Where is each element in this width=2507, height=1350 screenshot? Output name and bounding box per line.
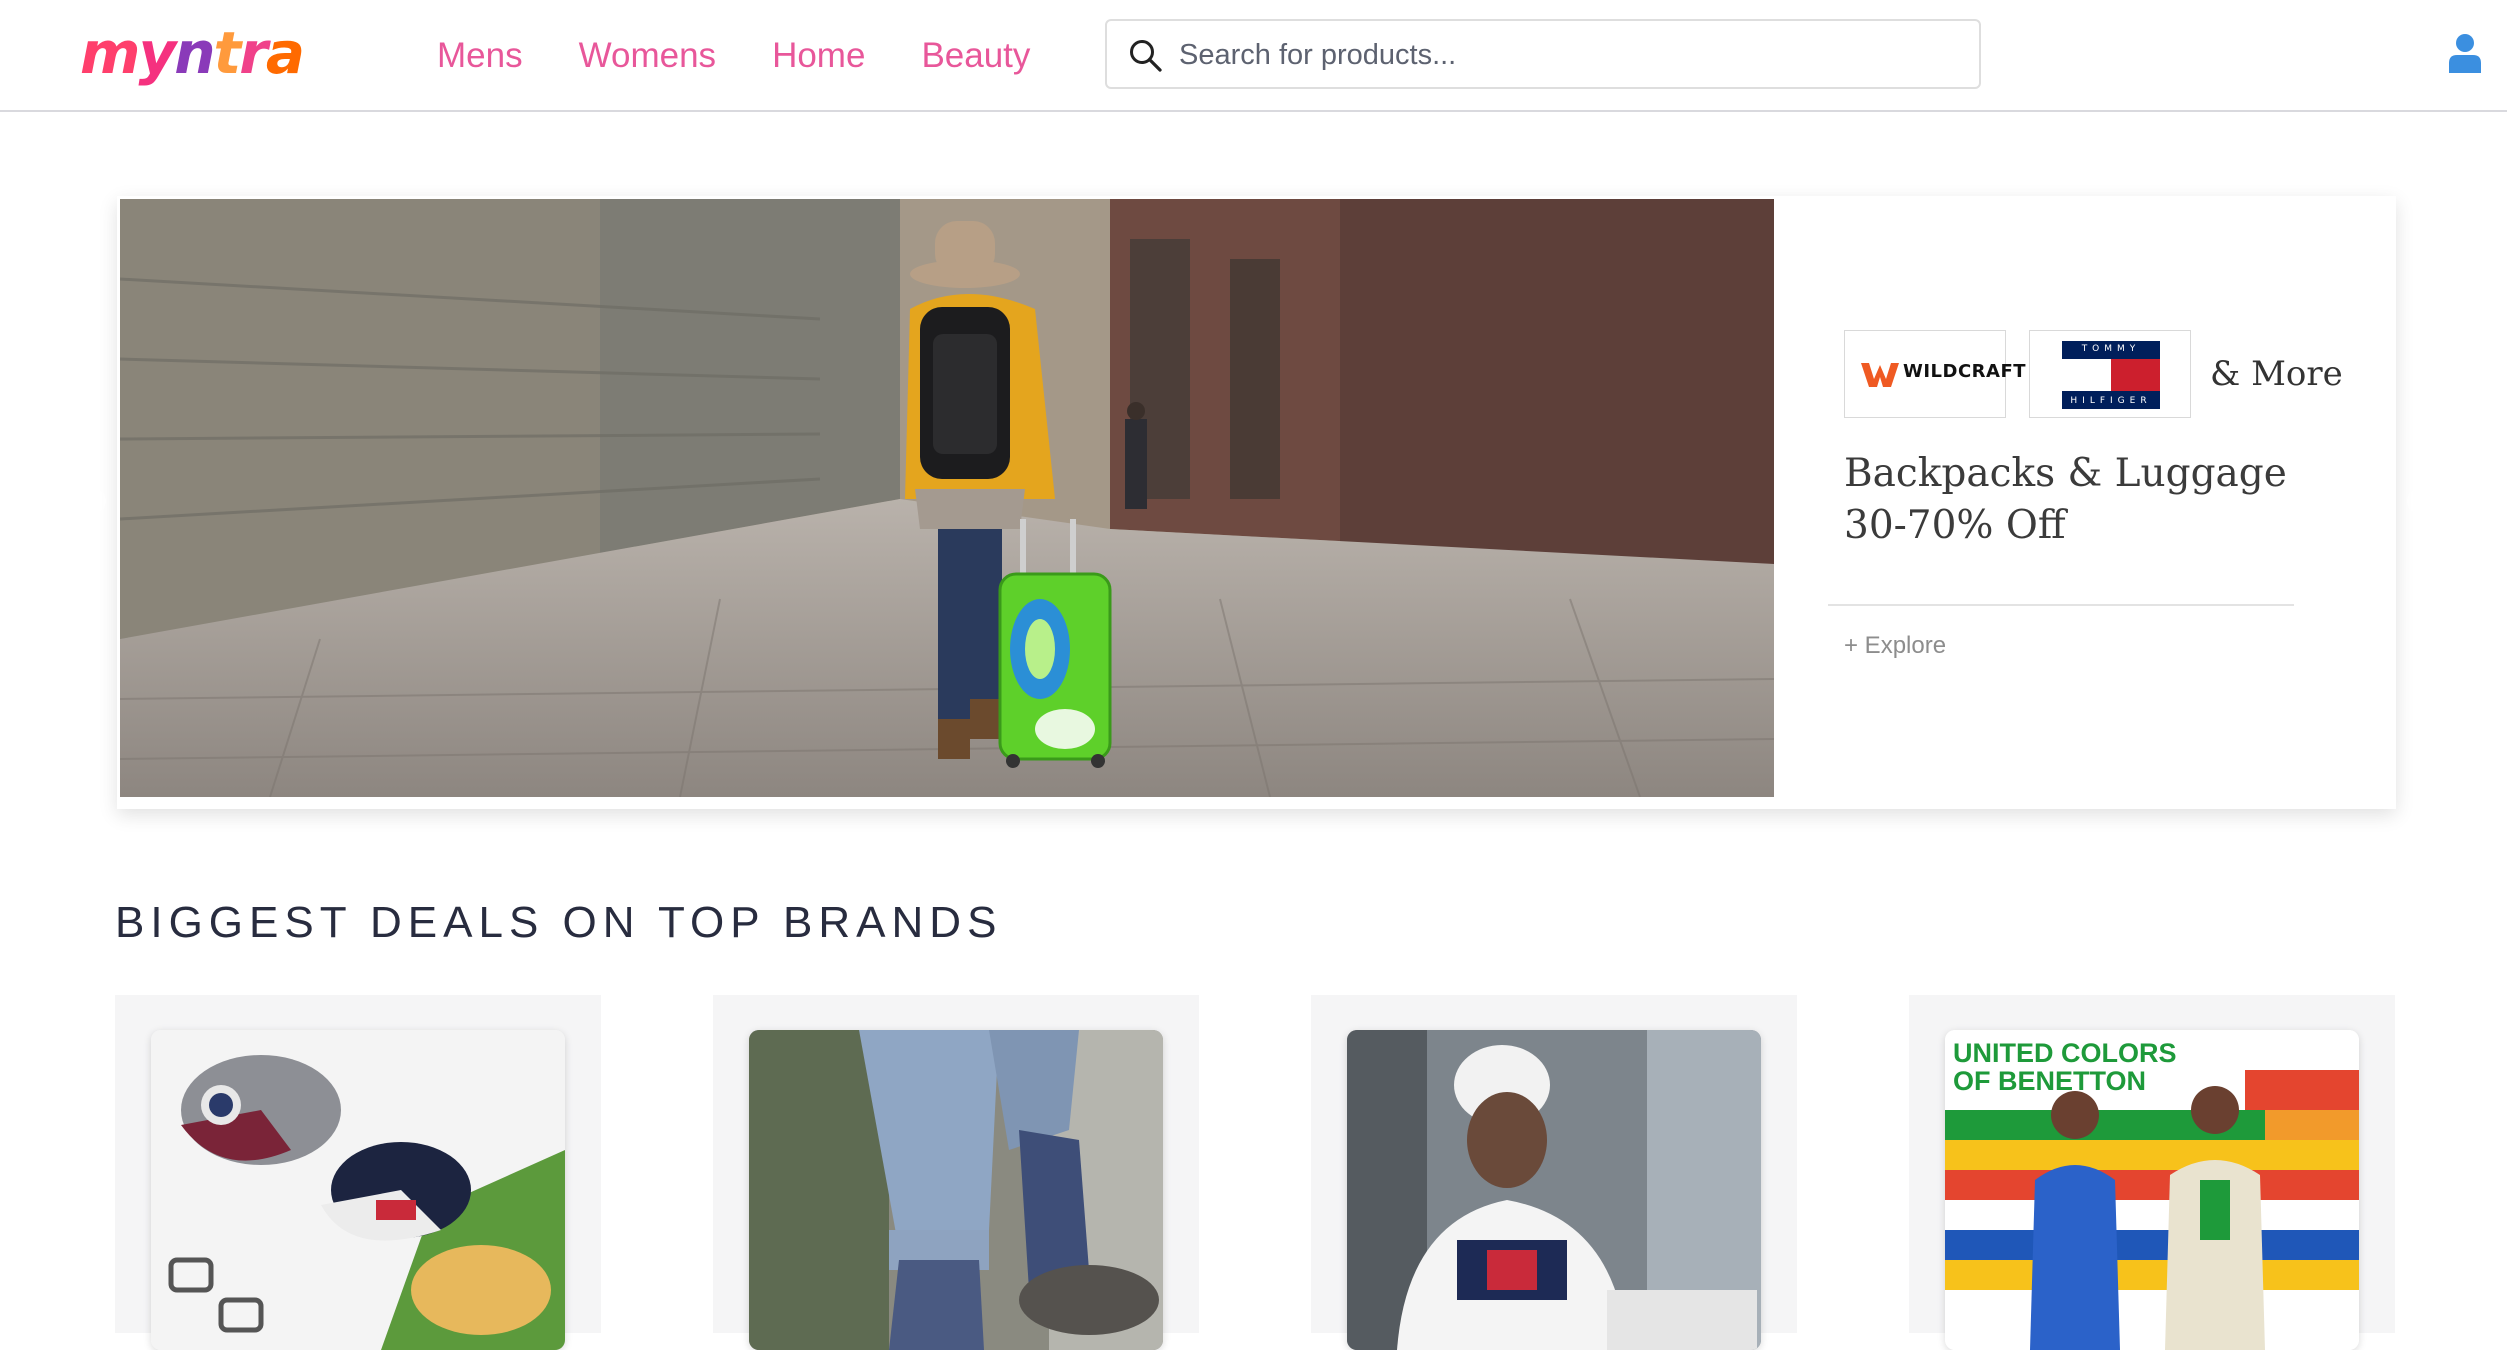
hero-banner[interactable]: WILDCRAFT TOMMY HILFIGER & More Backpack… (117, 196, 2396, 809)
banner-offer-title: Backpacks & Luggage 30-70% Off (1844, 448, 2364, 552)
logo-letter: m (80, 19, 140, 87)
deal-card (115, 995, 601, 1350)
search-bar[interactable] (1105, 19, 1981, 89)
nav-link-mens[interactable]: Mens (437, 28, 523, 84)
banner-photo-woman-with-luggage (120, 199, 1774, 797)
carousel-next-arrow[interactable] (2407, 488, 2433, 514)
wildcraft-brand-name: WILDCRAFT (1903, 361, 2027, 382)
more-brands-text: & More (2210, 354, 2343, 394)
logo-letter: y (138, 19, 176, 87)
deal-card: UNITED COLORS OF BENETTON (1909, 995, 2395, 1350)
search-icon (1130, 40, 1162, 72)
tommy-brand-top: TOMMY (2081, 344, 2141, 354)
wildcraft-w-icon (1861, 363, 1899, 387)
wildcraft-logo: WILDCRAFT (1844, 330, 2026, 418)
deal-card-image-caps[interactable] (151, 1030, 565, 1350)
banner-offer-panel: WILDCRAFT TOMMY HILFIGER & More Backpack… (1774, 196, 2396, 809)
benetton-overlay-text: UNITED COLORS (1953, 1038, 2177, 1068)
tommy-flag-icon: TOMMY HILFIGER (2062, 341, 2160, 409)
deal-card (1311, 995, 1797, 1350)
deal-card (713, 995, 1199, 1350)
nav-link-beauty[interactable]: Beauty (921, 28, 1030, 84)
svg-text:OF BENETTON: OF BENETTON (1953, 1066, 2146, 1096)
section-title-biggest-deals: BIGGEST DEALS ON TOP BRANDS (115, 898, 1003, 947)
deal-card-image-jeans[interactable] (749, 1030, 1163, 1350)
tommy-brand-bottom: HILFIGER (2070, 396, 2152, 406)
explore-link[interactable]: + Explore (1844, 632, 1946, 660)
carousel-prev-arrow[interactable] (80, 488, 106, 514)
logo-letter: n (174, 19, 215, 87)
nav-link-womens[interactable]: Womens (579, 28, 716, 84)
main-nav: Mens Womens Home Beauty (437, 28, 1086, 84)
deal-card-image-man-beanie[interactable] (1347, 1030, 1761, 1350)
banner-title-line-2: 30-70% Off (1844, 503, 2066, 548)
logo-letter: r (239, 19, 268, 87)
logo-letter: t (213, 19, 242, 87)
search-input[interactable] (1177, 29, 1961, 81)
panel-divider (1828, 604, 2294, 606)
user-profile-icon[interactable] (2448, 33, 2482, 73)
top-navbar: myntra Mens Womens Home Beauty (0, 0, 2507, 112)
nav-link-home[interactable]: Home (772, 28, 865, 84)
tommy-hilfiger-logo: TOMMY HILFIGER (2029, 330, 2191, 418)
myntra-logo[interactable]: myntra (80, 18, 305, 88)
banner-title-line-1: Backpacks & Luggage (1844, 451, 2287, 496)
deal-card-image-benetton[interactable]: UNITED COLORS OF BENETTON (1945, 1030, 2359, 1350)
logo-letter: a (265, 19, 305, 87)
